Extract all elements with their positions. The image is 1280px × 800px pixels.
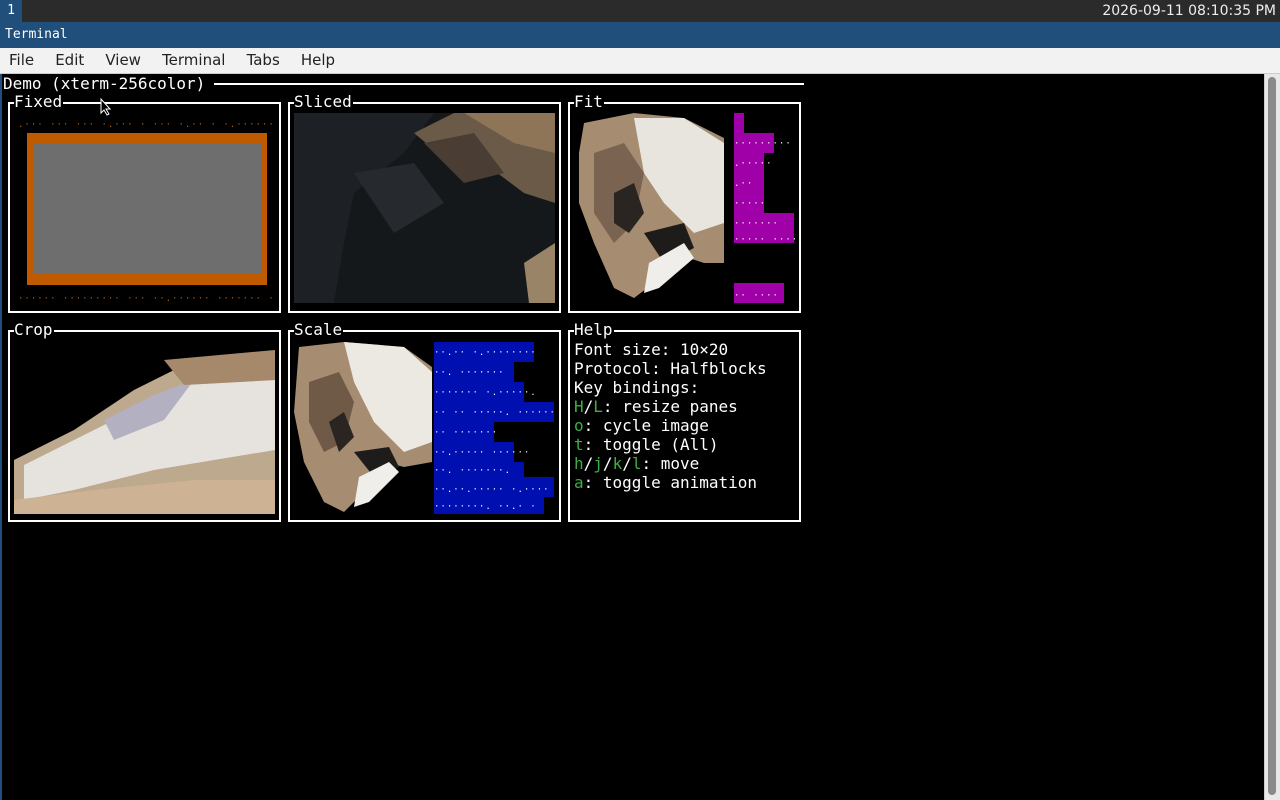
pane-fit: Fit ········· .····· .·· ····· ······· ·… [568, 92, 801, 313]
key-j: j [593, 454, 603, 473]
fit-dots-c: .·· [734, 179, 754, 189]
pane-crop: Crop [8, 320, 281, 522]
pane-title-help: Help [574, 320, 614, 340]
scale-dots-g: ··. ·······. [434, 466, 512, 476]
scale-dots-f: ··.····· ······ [434, 448, 531, 458]
scale-dots-h: ··.··.····· ·.···· ·· [434, 485, 557, 495]
clock: 2026-09-11 08:10:35 PM [1102, 3, 1276, 19]
scale-dots-d: ·· ·· ·····. ······· [434, 408, 557, 418]
pane-scale: Scale ··.·· ·.········ ··. ······· ·····… [288, 320, 561, 522]
menu-help[interactable]: Help [293, 48, 343, 73]
help-content: Font size: 10×20 Protocol: Halfblocks Ke… [574, 340, 767, 492]
pane-title-fixed: Fixed [14, 92, 64, 112]
help-key-bindings-heading: Key bindings: [574, 378, 700, 397]
pane-title-scale: Scale [294, 320, 344, 340]
help-binding-resize: H/L: resize panes [574, 397, 738, 416]
help-binding-cycle: o: cycle image [574, 416, 767, 435]
fixed-dots-bottom: ······ ········· ··· ··.······ ······· ·… [18, 294, 276, 304]
scale-dots-c: ······· ·.·····. [434, 388, 537, 398]
demo-title-rule [214, 83, 804, 85]
scale-dots-b: ··. ······· [434, 368, 505, 378]
scale-image: ··.·· ·.········ ··. ······· ······· ·.·… [294, 342, 557, 514]
scrollbar-thumb[interactable] [1268, 77, 1276, 795]
scale-dots-i: ········. ··.· · [434, 502, 537, 512]
pane-title-sliced: Sliced [294, 92, 353, 112]
help-binding-animation: a: toggle animation [574, 473, 767, 492]
pane-fixed: Fixed .··· ··· ··· ·.··· · ··· ·.·· · ·.… [8, 92, 281, 313]
demo-title: Demo (xterm-256color) [3, 74, 208, 94]
binding-desc: : move [641, 454, 700, 473]
help-binding-move: h/j/k/l: move [574, 454, 700, 473]
scale-dots-e: ·· ······· [434, 428, 499, 438]
fit-dots-e: ······· [734, 219, 779, 229]
key-L: L [593, 397, 603, 416]
fixed-dots-top: .··· ··· ··· ·.··· · ··· ·.·· · ·.······… [18, 120, 276, 130]
pane-sliced: Sliced [288, 92, 561, 313]
pane-help: Help Font size: 10×20 Protocol: Halfbloc… [568, 320, 801, 522]
mouse-pointer-icon [100, 98, 112, 116]
window-titlebar[interactable]: Terminal [0, 22, 1280, 48]
sliced-image [294, 113, 555, 303]
key-H: H [574, 397, 584, 416]
scale-dots-a: ··.·· ·.········ [434, 348, 537, 358]
menubar: File Edit View Terminal Tabs Help [0, 48, 1280, 74]
binding-desc: : cycle image [583, 416, 709, 435]
fit-dots-g: ·· ···· [734, 291, 779, 301]
fixed-fill [33, 143, 261, 273]
menu-edit[interactable]: Edit [47, 48, 92, 73]
binding-desc: : resize panes [602, 397, 738, 416]
help-font-size: Font size: 10×20 [574, 340, 729, 359]
help-binding-toggle: t: toggle (All) [574, 435, 767, 454]
window-title: Terminal [5, 27, 68, 42]
menu-file[interactable]: File [0, 48, 42, 73]
binding-desc: : toggle (All) [583, 435, 719, 454]
key-a: a [574, 473, 584, 492]
menu-view[interactable]: View [97, 48, 149, 73]
top-panel: 1 2026-09-11 08:10:35 PM [0, 0, 1280, 22]
fixed-image: .··· ··· ··· ·.··· · ··· ·.·· · ·.······… [14, 112, 276, 308]
key-k: k [612, 454, 623, 473]
fit-image: ········· .····· .·· ····· ······· ·····… [574, 113, 799, 303]
key-h: h [574, 454, 584, 473]
crop-image [14, 340, 275, 514]
key-t: t [574, 435, 584, 454]
workspace-indicator[interactable]: 1 [0, 0, 22, 22]
pane-title-fit: Fit [574, 92, 604, 112]
fit-dots-f: ····· ······· [734, 235, 799, 245]
fit-dots-d: ····· [734, 199, 767, 209]
fit-dots-b: .····· [734, 159, 773, 169]
help-protocol: Protocol: Halfblocks [574, 359, 767, 378]
terminal-area[interactable]: Demo (xterm-256color) Fixed .··· ··· ···… [0, 74, 1264, 800]
fit-dots-a: ········· [734, 139, 792, 149]
menu-tabs[interactable]: Tabs [239, 48, 288, 73]
terminal-scrollbar[interactable] [1264, 74, 1280, 800]
pane-title-crop: Crop [14, 320, 54, 340]
menu-terminal[interactable]: Terminal [154, 48, 233, 73]
binding-desc: : toggle animation [583, 473, 758, 492]
key-o: o [574, 416, 584, 435]
